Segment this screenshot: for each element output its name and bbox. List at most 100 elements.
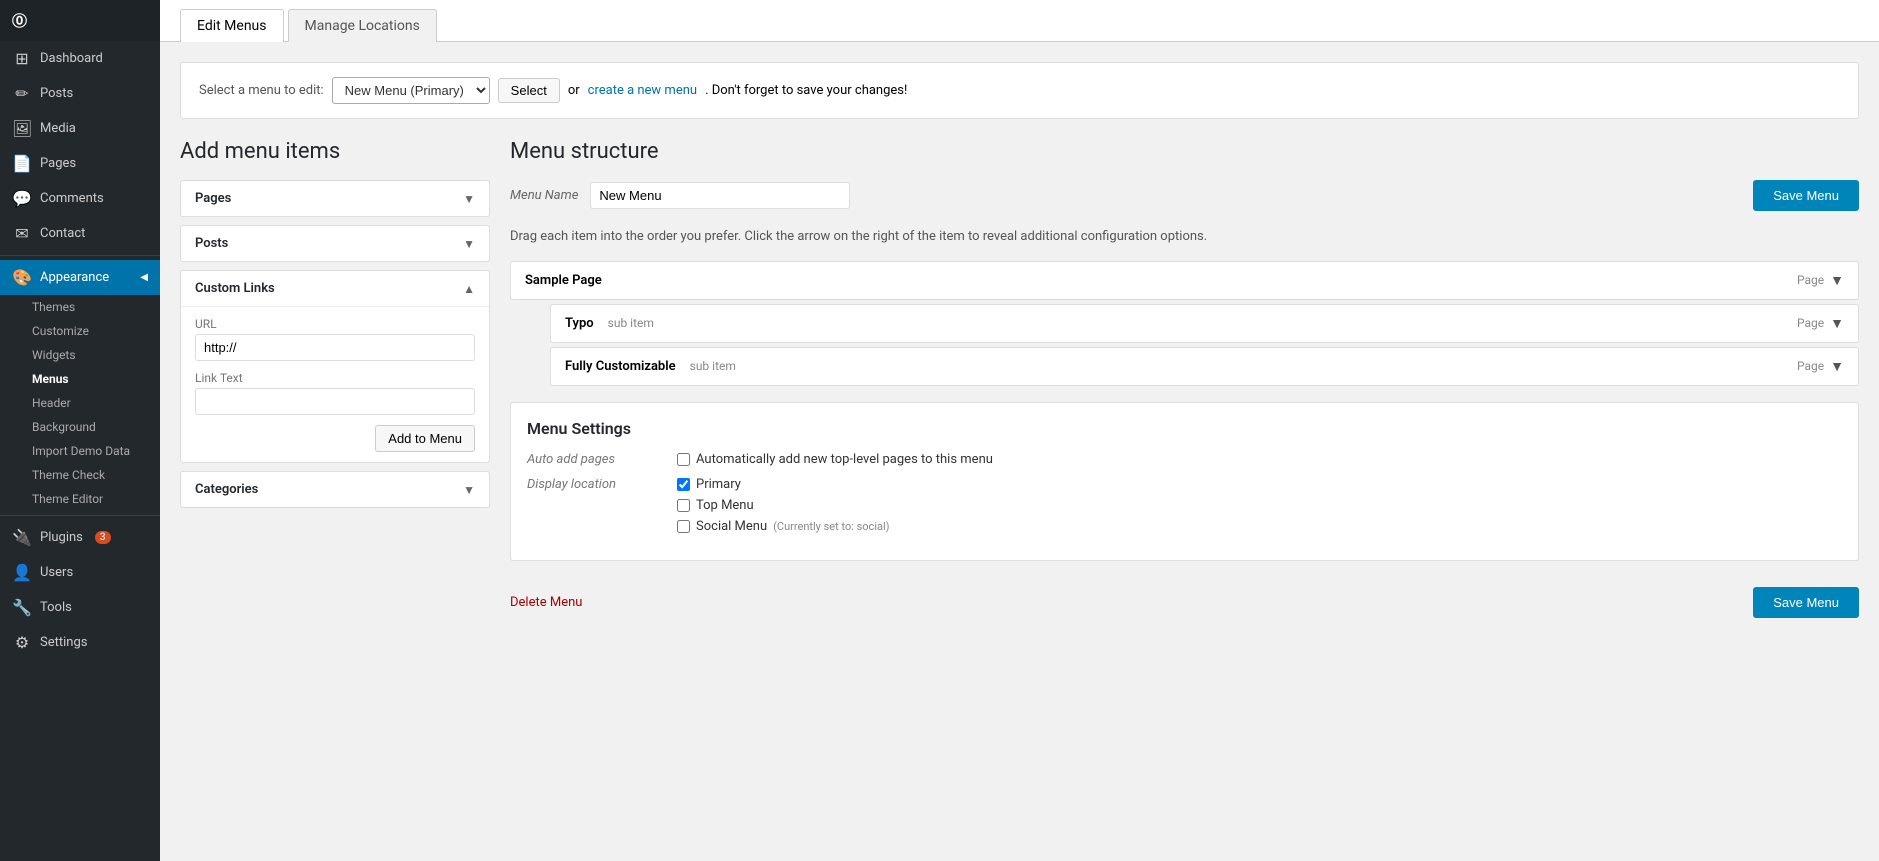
auto-add-label: Auto add pages: [527, 452, 657, 467]
accordion-custom-links-label: Custom Links: [195, 281, 275, 296]
sidebar-item-dashboard[interactable]: ⊞ Dashboard: [0, 41, 160, 76]
add-to-menu-button[interactable]: Add to Menu: [375, 425, 475, 452]
sidebar-sub-menus[interactable]: Menus: [0, 367, 160, 391]
accordion-categories-label: Categories: [195, 482, 258, 497]
menu-item-sample-page: Sample Page Page ▼: [510, 261, 1859, 300]
sidebar-label-plugins: Plugins: [40, 530, 83, 545]
sidebar-separator: [0, 255, 160, 256]
tab-manage-locations[interactable]: Manage Locations: [288, 9, 437, 42]
accordion-categories: Categories ▼: [180, 471, 490, 508]
sidebar-item-plugins[interactable]: 🔌 Plugins 3: [0, 520, 160, 555]
comments-icon: 💬: [12, 189, 32, 208]
delete-menu-link[interactable]: Delete Menu: [510, 595, 582, 610]
sidebar-sub-import-demo[interactable]: Import Demo Data: [0, 439, 160, 463]
menu-item-fc-arrow[interactable]: ▼: [1830, 358, 1844, 375]
sidebar-item-appearance[interactable]: 🎨 Appearance ◀: [0, 260, 160, 295]
tabs-bar: Edit Menus Manage Locations: [160, 0, 1879, 42]
auto-add-text: Automatically add new top-level pages to…: [696, 452, 993, 467]
menu-settings: Menu Settings Auto add pages Automatical…: [510, 402, 1859, 561]
sidebar-sub-widgets[interactable]: Widgets: [0, 343, 160, 367]
location-primary-checkbox[interactable]: [677, 478, 690, 491]
menu-structure-heading: Menu structure: [510, 139, 1859, 164]
accordion-custom-links-header[interactable]: Custom Links ▲: [181, 271, 489, 306]
select-button[interactable]: Select: [498, 78, 560, 103]
url-label: URL: [195, 317, 475, 331]
sidebar-separator-2: [0, 515, 160, 516]
dashboard-icon: ⊞: [12, 49, 32, 68]
pages-icon: 📄: [12, 154, 32, 173]
sidebar: ⓪ ⊞ Dashboard ✏ Posts 🖼 Media 📄 Pages 💬 …: [0, 0, 160, 861]
url-row: URL: [195, 317, 475, 361]
display-location-label: Display location: [527, 477, 657, 534]
location-top-menu-row: Top Menu: [677, 498, 889, 513]
accordion-pages-header[interactable]: Pages ▼: [181, 181, 489, 216]
menu-dropdown[interactable]: New Menu (Primary): [332, 77, 490, 104]
accordion-pages-arrow: ▼: [463, 192, 475, 206]
sidebar-logo: ⓪: [0, 0, 160, 41]
menu-structure-col: Menu structure Menu Name Save Menu Drag …: [510, 139, 1859, 628]
create-new-menu-link[interactable]: create a new menu: [588, 83, 697, 98]
sidebar-item-settings[interactable]: ⚙ Settings: [0, 625, 160, 660]
sidebar-label-tools: Tools: [40, 600, 72, 615]
menu-item-fc-name: Fully Customizable: [565, 359, 676, 374]
sidebar-sub-theme-editor[interactable]: Theme Editor: [0, 487, 160, 511]
menu-item-sample-page-name: Sample Page: [525, 273, 602, 288]
tab-edit-menus[interactable]: Edit Menus: [180, 9, 284, 42]
accordion-posts-header[interactable]: Posts ▼: [181, 226, 489, 261]
sidebar-item-media[interactable]: 🖼 Media: [0, 111, 160, 146]
contact-icon: ✉: [12, 224, 32, 243]
sidebar-label-dashboard: Dashboard: [40, 51, 103, 66]
auto-add-checkbox[interactable]: [677, 453, 690, 466]
plugins-icon: 🔌: [12, 528, 32, 547]
accordion-categories-header[interactable]: Categories ▼: [181, 472, 489, 507]
save-menu-button-top[interactable]: Save Menu: [1753, 180, 1859, 211]
sidebar-label-pages: Pages: [40, 156, 76, 171]
link-text-input[interactable]: [195, 388, 475, 415]
menu-name-input[interactable]: [590, 182, 850, 209]
sidebar-item-contact[interactable]: ✉ Contact: [0, 216, 160, 251]
sidebar-item-pages[interactable]: 📄 Pages: [0, 146, 160, 181]
accordion-pages-label: Pages: [195, 191, 231, 206]
appearance-icon: 🎨: [12, 268, 32, 287]
location-top-menu-checkbox[interactable]: [677, 499, 690, 512]
menu-item-typo: Typo sub item Page ▼: [550, 304, 1859, 343]
sidebar-item-tools[interactable]: 🔧 Tools: [0, 590, 160, 625]
sidebar-sub-themes[interactable]: Themes: [0, 295, 160, 319]
menu-item-sample-page-arrow[interactable]: ▼: [1830, 272, 1844, 289]
menu-settings-heading: Menu Settings: [527, 419, 1842, 438]
sidebar-label-users: Users: [40, 565, 73, 580]
sidebar-item-posts[interactable]: ✏ Posts: [0, 76, 160, 111]
add-menu-items-col: Add menu items Pages ▼ Posts ▼: [180, 139, 490, 516]
two-column-layout: Add menu items Pages ▼ Posts ▼: [180, 139, 1859, 628]
drag-hint: Drag each item into the order you prefer…: [510, 227, 1859, 247]
select-menu-bar: Select a menu to edit: New Menu (Primary…: [180, 62, 1859, 119]
menu-item-typo-type: Page: [1797, 316, 1824, 330]
sidebar-label-settings: Settings: [40, 635, 87, 650]
accordion-custom-links-body: URL Link Text Add to Menu: [181, 306, 489, 462]
accordion-posts: Posts ▼: [180, 225, 490, 262]
sidebar-label-contact: Contact: [40, 226, 85, 241]
accordion-custom-links: Custom Links ▲ URL Link Text Add to Menu: [180, 270, 490, 463]
sidebar-item-comments[interactable]: 💬 Comments: [0, 181, 160, 216]
sidebar-sub-background[interactable]: Background: [0, 415, 160, 439]
location-social-menu-note: (Currently set to: social): [773, 520, 889, 533]
accordion-posts-arrow: ▼: [463, 237, 475, 251]
menu-item-typo-sub-label: sub item: [608, 316, 654, 330]
url-input[interactable]: [195, 334, 475, 361]
menu-structure-top: Menu structure: [510, 139, 1859, 164]
sidebar-sub-customize[interactable]: Customize: [0, 319, 160, 343]
select-menu-label: Select a menu to edit:: [199, 83, 324, 98]
dont-forget-text: . Don't forget to save your changes!: [705, 83, 907, 98]
wp-logo-icon: ⓪: [12, 10, 27, 31]
menu-name-label: Menu Name: [510, 188, 578, 203]
sidebar-label-comments: Comments: [40, 191, 104, 206]
sidebar-sub-header[interactable]: Header: [0, 391, 160, 415]
menu-items-list: Sample Page Page ▼ Typo sub item: [510, 261, 1859, 386]
main-content: Edit Menus Manage Locations Select a men…: [160, 0, 1879, 861]
sidebar-item-users[interactable]: 👤 Users: [0, 555, 160, 590]
location-social-menu-checkbox[interactable]: [677, 520, 690, 533]
menu-item-typo-arrow[interactable]: ▼: [1830, 315, 1844, 332]
sidebar-sub-theme-check[interactable]: Theme Check: [0, 463, 160, 487]
save-menu-button-bottom[interactable]: Save Menu: [1753, 587, 1859, 618]
accordion-pages: Pages ▼: [180, 180, 490, 217]
